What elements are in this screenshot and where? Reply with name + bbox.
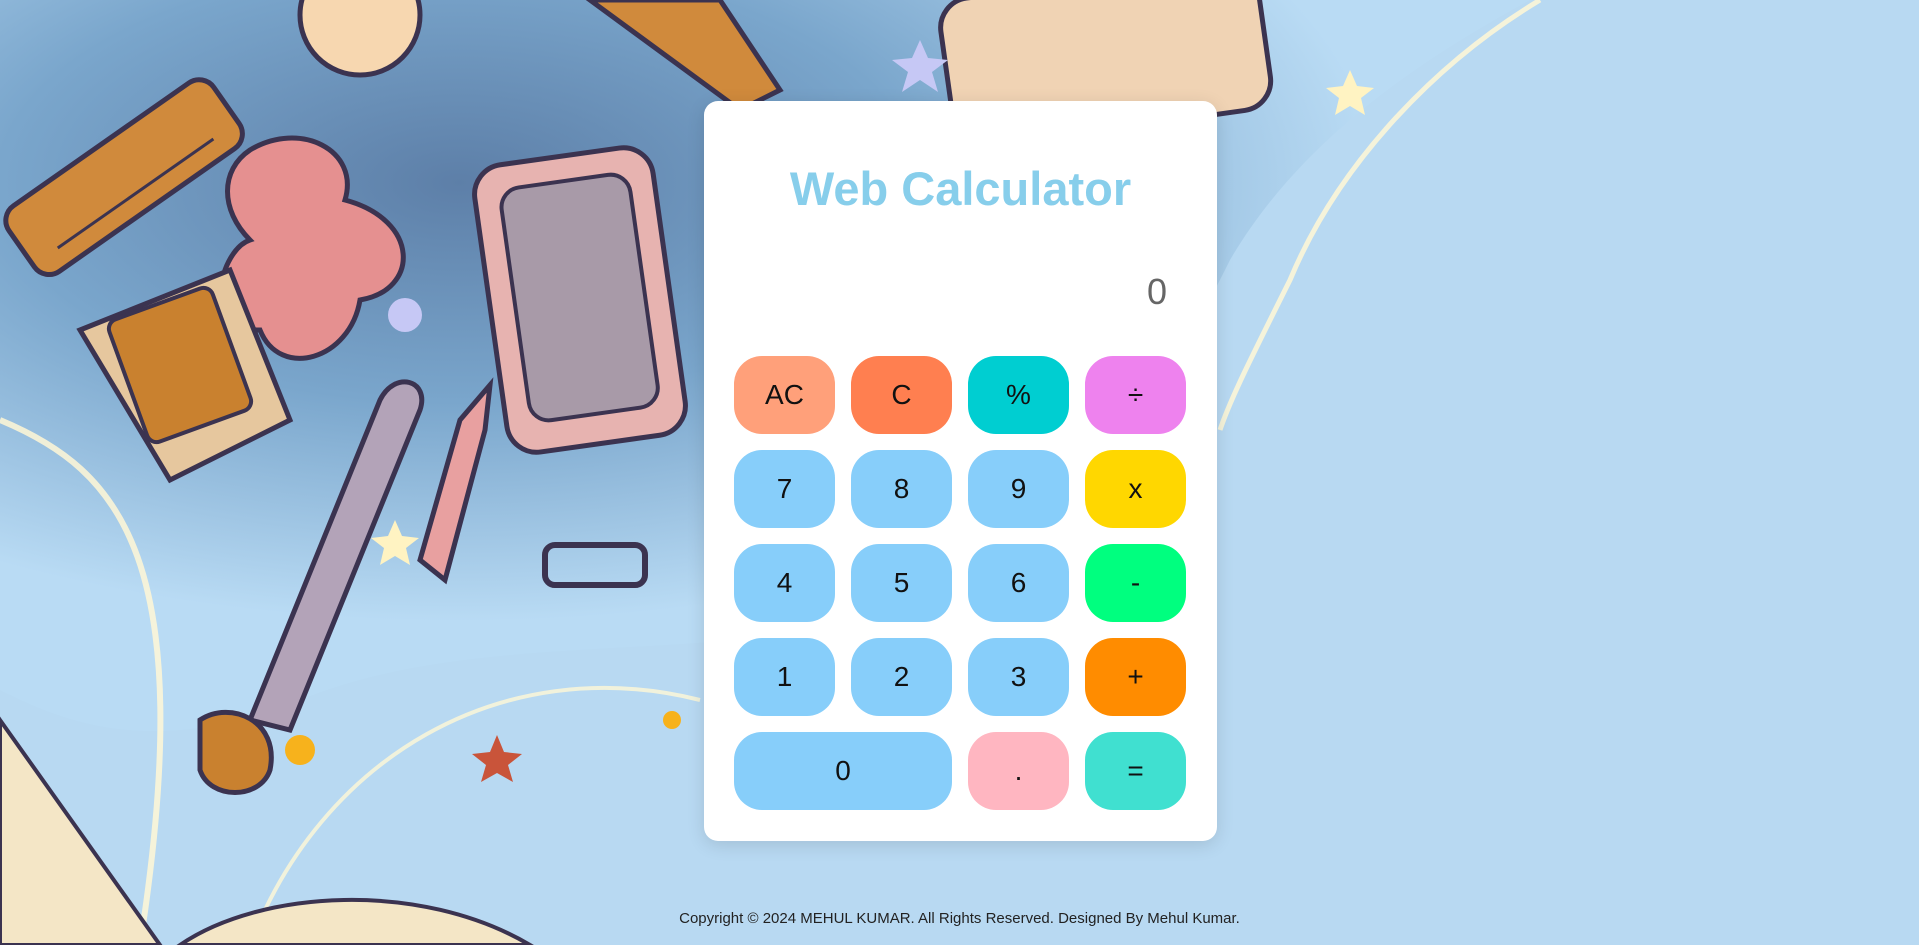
key-equals-button[interactable]: =: [1085, 732, 1186, 810]
key-multiply-button[interactable]: x: [1085, 450, 1186, 528]
key-decimal-button[interactable]: .: [968, 732, 1069, 810]
key-7-button[interactable]: 7: [734, 450, 835, 528]
key-4-button[interactable]: 4: [734, 544, 835, 622]
key-3-button[interactable]: 3: [968, 638, 1069, 716]
key-add-button[interactable]: +: [1085, 638, 1186, 716]
key-0-button[interactable]: 0: [734, 732, 952, 810]
calculator-card: Web Calculator 0 AC C% ÷ 7 8 9 x 4 5 6- 1 2 3 +0. =: [704, 101, 1217, 841]
key-2-button[interactable]: 2: [851, 638, 952, 716]
key-6-button[interactable]: 6: [968, 544, 1069, 622]
key-subtract-button[interactable]: -: [1085, 544, 1186, 622]
key-1-button[interactable]: 1: [734, 638, 835, 716]
keypad: AC C% ÷ 7 8 9 x 4 5 6- 1 2 3 +0. =: [734, 356, 1186, 810]
key-ac-button[interactable]: AC: [734, 356, 835, 434]
calculator-display: 0: [1146, 271, 1167, 312]
calculator-title: Web Calculator: [789, 162, 1132, 215]
key-9-button[interactable]: 9: [968, 450, 1069, 528]
copyright-footer: Copyright © 2024 MEHUL KUMAR. All Rights…: [679, 910, 1240, 927]
key-percent-button[interactable]: %: [968, 356, 1069, 434]
key-8-button[interactable]: 8: [851, 450, 952, 528]
key-c-button[interactable]: C: [851, 356, 952, 434]
key-divide-button[interactable]: ÷: [1085, 356, 1186, 434]
key-5-button[interactable]: 5: [851, 544, 952, 622]
